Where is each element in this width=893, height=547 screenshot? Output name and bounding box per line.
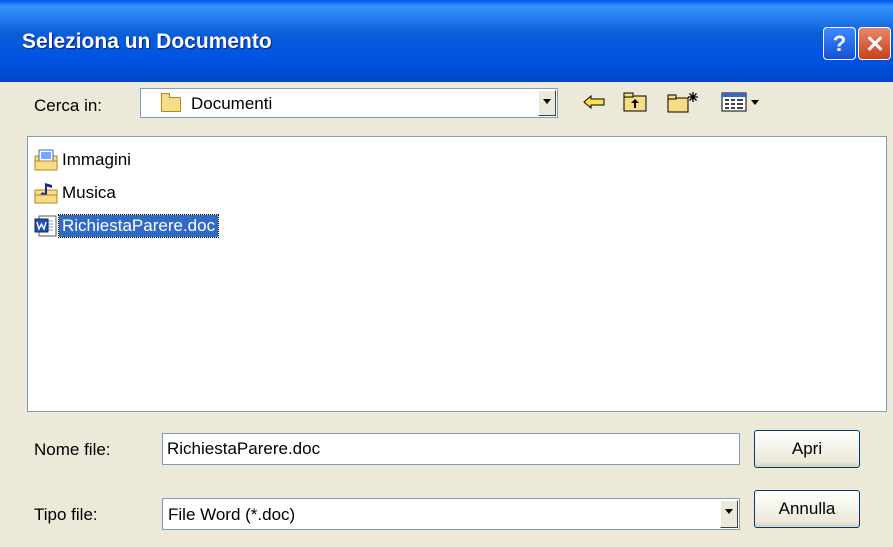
filename-input[interactable] (162, 433, 740, 465)
filename-label: Nome file: (34, 440, 111, 459)
filetype-value: File Word (*.doc) (168, 505, 296, 524)
folder-icon (161, 93, 181, 112)
dialog-title: Seleziona un Documento (22, 30, 272, 53)
cancel-button[interactable]: Annulla (754, 490, 860, 528)
open-button[interactable]: Apri (754, 430, 860, 468)
file-name: RichiestaParere.doc (57, 214, 220, 238)
list-item-immagini[interactable]: Immagini (34, 147, 134, 173)
list-item-richiestaparere[interactable]: RichiestaParere.doc (34, 213, 220, 239)
file-list[interactable]: Immagini Musica RichiestaParere.doc (27, 136, 887, 412)
new-folder-icon[interactable] (666, 89, 702, 115)
view-menu-icon[interactable] (720, 89, 762, 115)
list-item-musica[interactable]: Musica (34, 180, 119, 206)
music-folder-icon (34, 182, 58, 204)
filetype-label: Tipo file: (34, 505, 98, 524)
word-document-icon (34, 215, 58, 237)
title-bar[interactable]: Seleziona un Documento ? (0, 0, 893, 82)
chevron-down-icon[interactable] (538, 90, 556, 116)
up-folder-icon[interactable] (620, 89, 650, 115)
pictures-folder-icon (34, 149, 58, 171)
filetype-dropdown[interactable]: File Word (*.doc) (162, 498, 740, 530)
lookin-value: Documenti (191, 94, 273, 113)
close-button[interactable] (858, 27, 891, 60)
help-button[interactable]: ? (823, 27, 856, 60)
file-name: Musica (62, 183, 116, 202)
lookin-dropdown[interactable]: Documenti (140, 88, 558, 118)
back-icon[interactable] (580, 89, 608, 115)
chevron-down-icon[interactable] (720, 500, 738, 528)
file-name: Immagini (62, 150, 131, 169)
lookin-label: Cerca in: (34, 96, 103, 115)
